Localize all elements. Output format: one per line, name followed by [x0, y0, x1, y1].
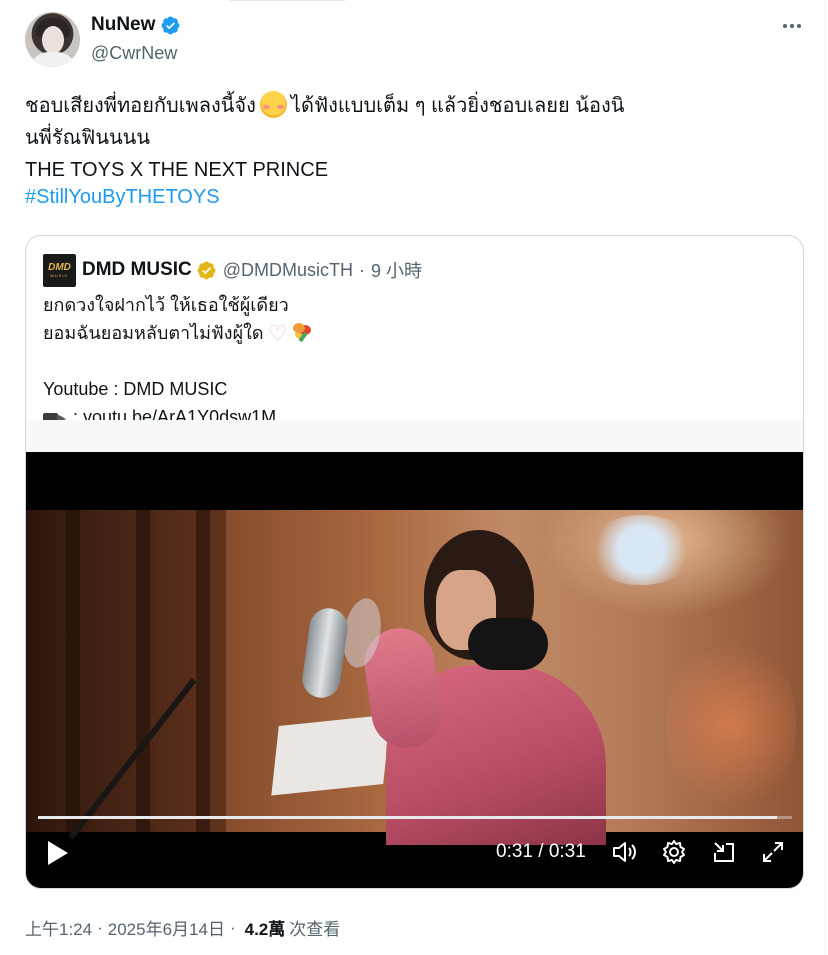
avatar-face	[42, 26, 64, 54]
more-dot	[783, 24, 787, 28]
quoted-blank-line	[43, 347, 314, 375]
tweet-meta: 上午1:24 · 2025年6月14日 · 4.2萬 次查看	[25, 915, 340, 940]
picture-in-picture-icon[interactable]	[711, 839, 737, 865]
video-wall-panel	[196, 510, 210, 832]
settings-gear-icon[interactable]	[661, 839, 687, 865]
logo-text: DMD	[48, 261, 71, 273]
quoted-tweet-card[interactable]: DMD MUSIC DMD MUSIC @DMDMusicTH · 9 小時 ย…	[25, 235, 804, 889]
more-options-icon[interactable]	[778, 12, 806, 40]
quoted-line-2: ยอมฉันยอมหลับตาไม่ฟังผู้ใด	[43, 319, 314, 348]
tweet-line-1: ชอบเสียงพี่ทอยกับเพลงนี้จัง ได้ฟังแบบเต็ม…	[25, 90, 745, 122]
video-progress-bar[interactable]	[38, 816, 792, 819]
view-count: 4.2萬	[244, 920, 286, 939]
video-controls: 0:31 / 0:31	[26, 832, 803, 888]
quoted-line-4: Youtube : DMD MUSIC	[43, 379, 228, 399]
quoted-timestamp[interactable]: 9 小時	[371, 257, 422, 283]
more-dot	[790, 24, 794, 28]
tweet-time[interactable]: 上午1:24	[25, 915, 92, 940]
video-bokeh	[666, 630, 796, 820]
tweet-text-part: ได้ฟังแบบเต็ม ๆ แล้วยิ่งชอบเลยย น้องนิ	[290, 95, 625, 117]
meta-separator: ·	[97, 917, 103, 937]
video-player[interactable]: 0:31 / 0:31	[26, 452, 803, 888]
quoted-text: ยกดวงใจฝากไว้ ให้เธอใช้ผู้เดียว ยอมฉันยอ…	[43, 291, 314, 431]
avatar-shirt	[29, 52, 77, 67]
author-display-name[interactable]: NuNew	[91, 14, 155, 36]
hashtag-link[interactable]: #StillYouByTHETOYS	[25, 186, 220, 209]
studio-microphone	[299, 605, 351, 701]
video-wall-panel	[136, 510, 150, 832]
headphones	[468, 618, 548, 670]
smiling-face-with-blush-emoji-icon	[259, 91, 287, 118]
tweet-date[interactable]: 2025年6月14日	[108, 915, 225, 940]
quoted-line-1: ยกดวงใจฝากไว้ ให้เธอใช้ผู้เดียว	[43, 295, 289, 315]
dot-separator: ·	[359, 259, 366, 280]
tweet-line-3: THE TOYS X THE NEXT PRINCE	[25, 159, 329, 181]
author-name-row[interactable]: NuNew	[91, 14, 181, 36]
heart-hands-emoji-icon	[268, 320, 290, 348]
media-top-band	[26, 420, 803, 452]
quoted-line-2-text: ยอมฉันยอมหลับตาไม่ฟังผู้ใด	[43, 323, 264, 343]
top-divider	[230, 0, 345, 5]
play-icon[interactable]	[44, 838, 70, 868]
quoted-display-name[interactable]: DMD MUSIC	[82, 259, 192, 281]
more-dot	[797, 24, 801, 28]
column-border	[825, 0, 826, 955]
quoted-header: DMD MUSIC @DMDMusicTH · 9 小時	[82, 257, 422, 283]
meta-separator: ·	[229, 917, 236, 937]
author-avatar[interactable]	[25, 12, 80, 67]
tweet-line-2: นพี่รัณฟินนนน	[25, 127, 150, 149]
verified-badge-icon	[161, 16, 180, 34]
video-frame[interactable]	[26, 510, 803, 845]
video-light	[586, 515, 696, 585]
gold-verified-badge-icon	[197, 261, 216, 279]
view-count-label: 次查看	[289, 920, 341, 939]
video-wall-panel	[66, 510, 80, 832]
fullscreen-icon[interactable]	[760, 839, 786, 865]
music-sheet	[271, 714, 391, 796]
logo-subtext: MUSIC	[50, 272, 69, 278]
dmd-music-logo[interactable]: DMD MUSIC	[43, 254, 76, 287]
video-progress-fill	[38, 816, 777, 819]
author-handle[interactable]: @CwrNew	[91, 43, 177, 64]
tweet-text: ชอบเสียงพี่ทอยกับเพลงนี้จัง ได้ฟังแบบเต็ม…	[25, 90, 745, 186]
bouquet-emoji-icon	[290, 321, 314, 343]
quoted-handle[interactable]: @DMDMusicTH	[223, 260, 353, 281]
volume-icon[interactable]	[611, 839, 637, 865]
tweet-text-part: ชอบเสียงพี่ทอยกับเพลงนี้จัง	[25, 95, 256, 117]
video-time: 0:31 / 0:31	[496, 841, 586, 862]
